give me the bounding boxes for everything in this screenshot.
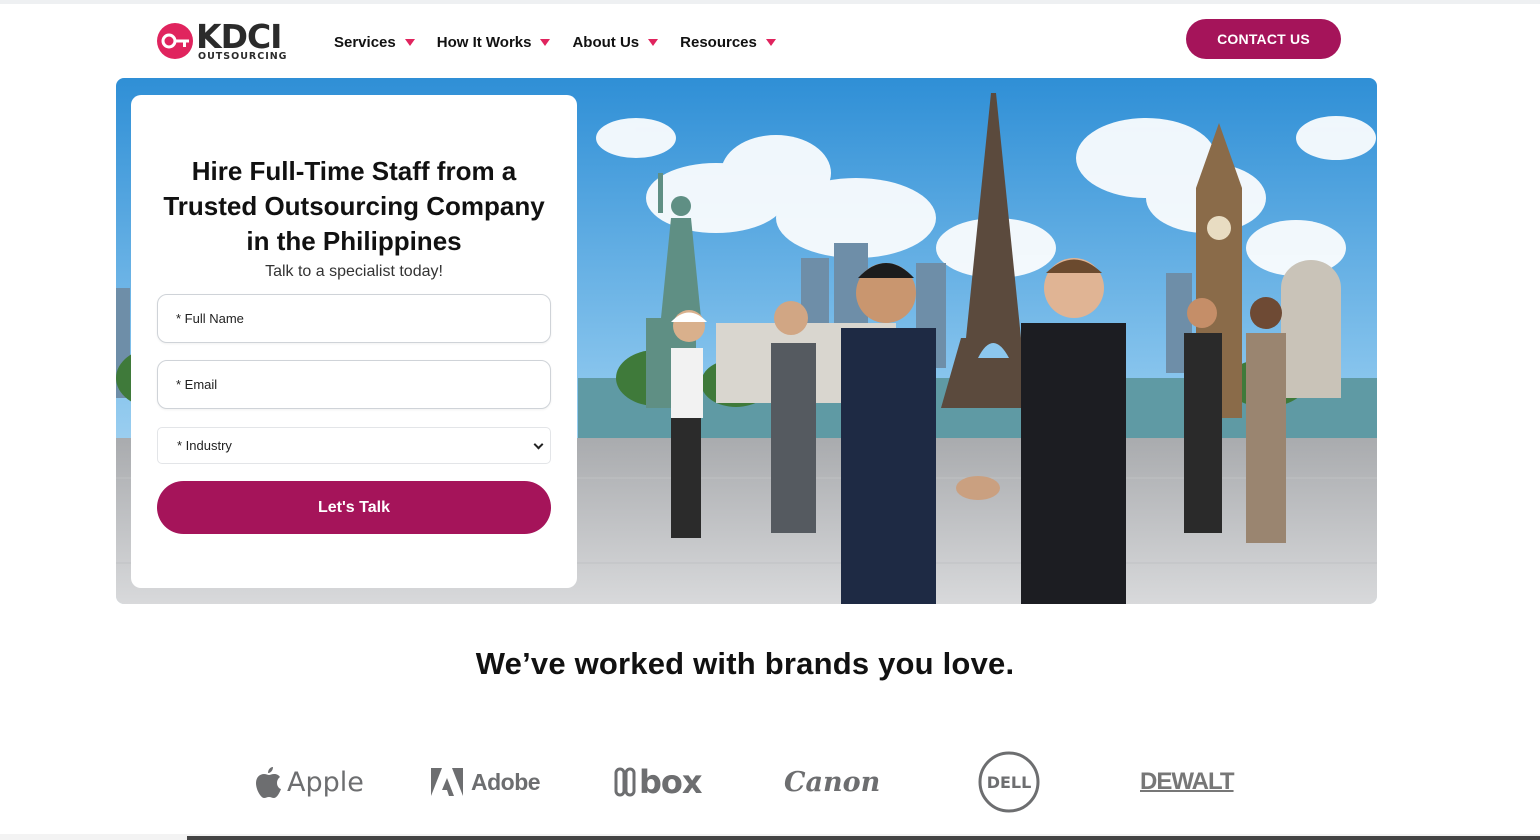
chevron-down-icon — [533, 439, 544, 450]
caret-down-icon — [540, 39, 551, 46]
brand-logo-box: box — [614, 752, 703, 812]
dell-icon: DELL — [978, 751, 1040, 813]
nav-label: About Us — [572, 33, 640, 51]
lead-form-card: Hire Full-Time Staff from a Trusted Outs… — [131, 95, 577, 588]
site-header: KDCI OUTSOURCING Services How It Works A… — [0, 4, 1540, 78]
caret-down-icon — [404, 39, 415, 46]
industry-select-value: * Industry — [177, 438, 232, 453]
nav-item-resources[interactable]: Resources — [680, 32, 776, 52]
brand-logo-canon: Canon — [784, 752, 880, 812]
horizontal-scrollbar[interactable] — [187, 836, 1540, 840]
nav-label: Resources — [680, 33, 757, 51]
full-name-field[interactable]: * Full Name — [157, 294, 551, 343]
brand-name: Canon — [784, 766, 881, 798]
apple-icon — [256, 767, 281, 798]
form-title: Hire Full-Time Staff from a Trusted Outs… — [163, 156, 545, 256]
form-subtitle: Talk to a specialist today! — [265, 263, 443, 280]
caret-down-icon — [648, 39, 659, 46]
brand-logo-apple: Apple — [253, 752, 364, 812]
nav-label: Services — [334, 33, 396, 51]
main-nav: Services How It Works About Us Resources — [334, 32, 798, 52]
nav-item-how-it-works[interactable]: How It Works — [437, 32, 551, 52]
nav-label: How It Works — [436, 33, 532, 51]
brand-logo-adobe: Adobe — [431, 752, 541, 812]
nav-item-services[interactable]: Services — [334, 32, 415, 52]
brand-name: box — [639, 763, 703, 801]
lets-talk-button[interactable]: Let's Talk — [157, 481, 551, 534]
adobe-icon — [431, 768, 463, 796]
contact-us-button[interactable]: CONTACT US — [1186, 19, 1341, 59]
kdci-logo[interactable]: KDCI OUTSOURCING — [156, 18, 296, 62]
caret-down-icon — [765, 39, 776, 46]
brand-name: Apple — [287, 766, 364, 798]
email-field[interactable]: * Email — [157, 360, 551, 409]
brand-logo-dell: DELL — [978, 751, 1040, 813]
logo-subtitle: OUTSOURCING — [198, 51, 288, 62]
brand-logo-dewalt: DEWALT — [1140, 752, 1235, 812]
logo-mark-icon — [157, 23, 193, 59]
brand-name: DEWALT — [1140, 768, 1235, 795]
industry-select[interactable]: * Industry — [157, 427, 551, 464]
brands-heading: We’ve worked with brands you love. — [475, 646, 1015, 681]
brand-name: Adobe — [471, 768, 541, 795]
brand-name: DELL — [987, 773, 1032, 792]
nav-item-about-us[interactable]: About Us — [572, 32, 659, 52]
box-icon — [614, 767, 636, 797]
